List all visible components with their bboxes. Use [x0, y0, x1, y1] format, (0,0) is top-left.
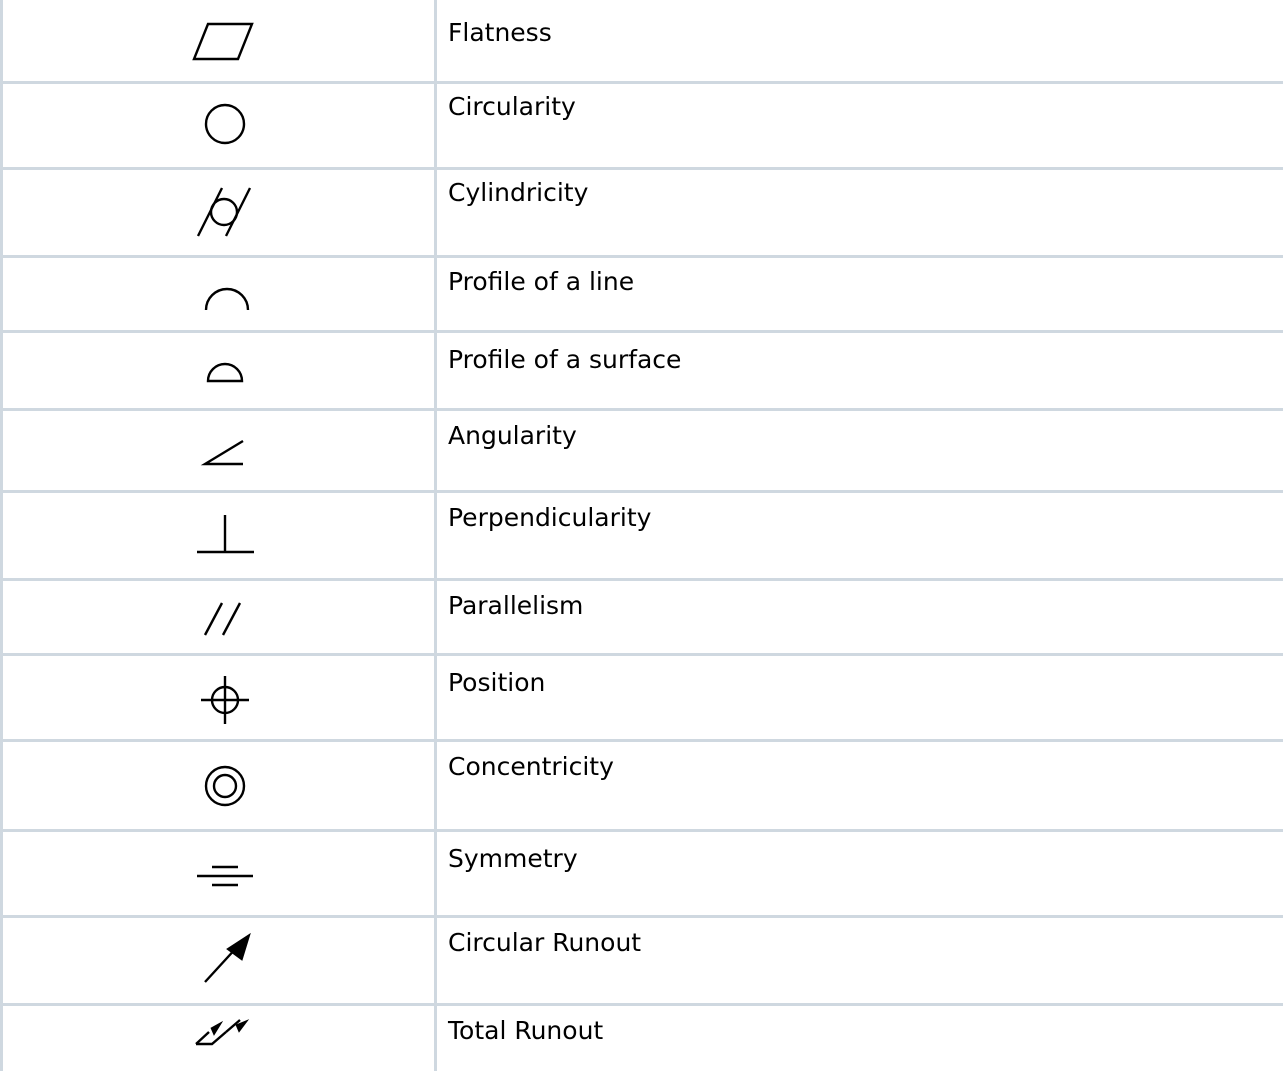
symbol-name: Flatness [435, 0, 1283, 84]
table-row: Circularity [0, 82, 1283, 170]
gdt-symbols-table: Flatness Circularity Cylindricity Profil… [0, 0, 1283, 1071]
table-row: Flatness [0, 0, 1283, 84]
symbol-cell [0, 654, 437, 742]
profile-of-a-line-icon [204, 287, 250, 310]
table-row: Cylindricity [0, 168, 1283, 258]
symbol-cell [0, 168, 437, 258]
symbol-cell [0, 409, 437, 493]
symbol-name: Position [435, 654, 1283, 742]
table-row: Circular Runout [0, 916, 1283, 1006]
table-row: Position [0, 654, 1283, 742]
symbol-cell [0, 331, 437, 411]
table-row: Perpendicularity [0, 491, 1283, 581]
total-runout-icon [195, 1018, 250, 1045]
symbol-name: Circular Runout [435, 916, 1283, 1006]
concentricity-icon [204, 765, 246, 806]
angularity-icon [200, 439, 244, 465]
symbol-name: Profile of a line [435, 256, 1283, 333]
symbol-cell [0, 579, 437, 656]
table-row: Angularity [0, 409, 1283, 493]
symbol-name: Parallelism [435, 579, 1283, 656]
symbol-cell [0, 256, 437, 333]
table-row: Profile of a line [0, 256, 1283, 333]
table-row: Symmetry [0, 830, 1283, 918]
symbol-name: Perpendicularity [435, 491, 1283, 581]
parallelism-icon [203, 601, 242, 636]
table-row: Parallelism [0, 579, 1283, 656]
symmetry-icon [197, 865, 253, 886]
position-icon [201, 675, 249, 724]
cylindricity-icon [196, 186, 252, 237]
table-row: Total Runout [0, 1004, 1283, 1071]
flatness-icon [192, 22, 254, 61]
symbol-cell [0, 916, 437, 1006]
symbol-cell [0, 491, 437, 581]
profile-of-a-surface-icon [206, 362, 244, 382]
circular-runout-icon [204, 932, 251, 983]
symbol-cell [0, 1004, 437, 1071]
symbol-name: Circularity [435, 82, 1283, 170]
symbol-name: Angularity [435, 409, 1283, 493]
table-row: Profile of a surface [0, 331, 1283, 411]
table-row: Concentricity [0, 740, 1283, 832]
symbol-name: Total Runout [448, 1015, 604, 1045]
symbol-cell [0, 740, 437, 832]
symbol-name: Cylindricity [435, 168, 1283, 258]
perpendicularity-icon [197, 514, 254, 553]
symbol-name: Concentricity [435, 740, 1283, 832]
symbol-cell [0, 82, 437, 170]
symbol-cell [0, 0, 437, 84]
symbol-cell [0, 830, 437, 918]
symbol-name: Symmetry [435, 830, 1283, 918]
circularity-icon [204, 103, 246, 144]
symbol-name: Profile of a surface [435, 331, 1283, 411]
